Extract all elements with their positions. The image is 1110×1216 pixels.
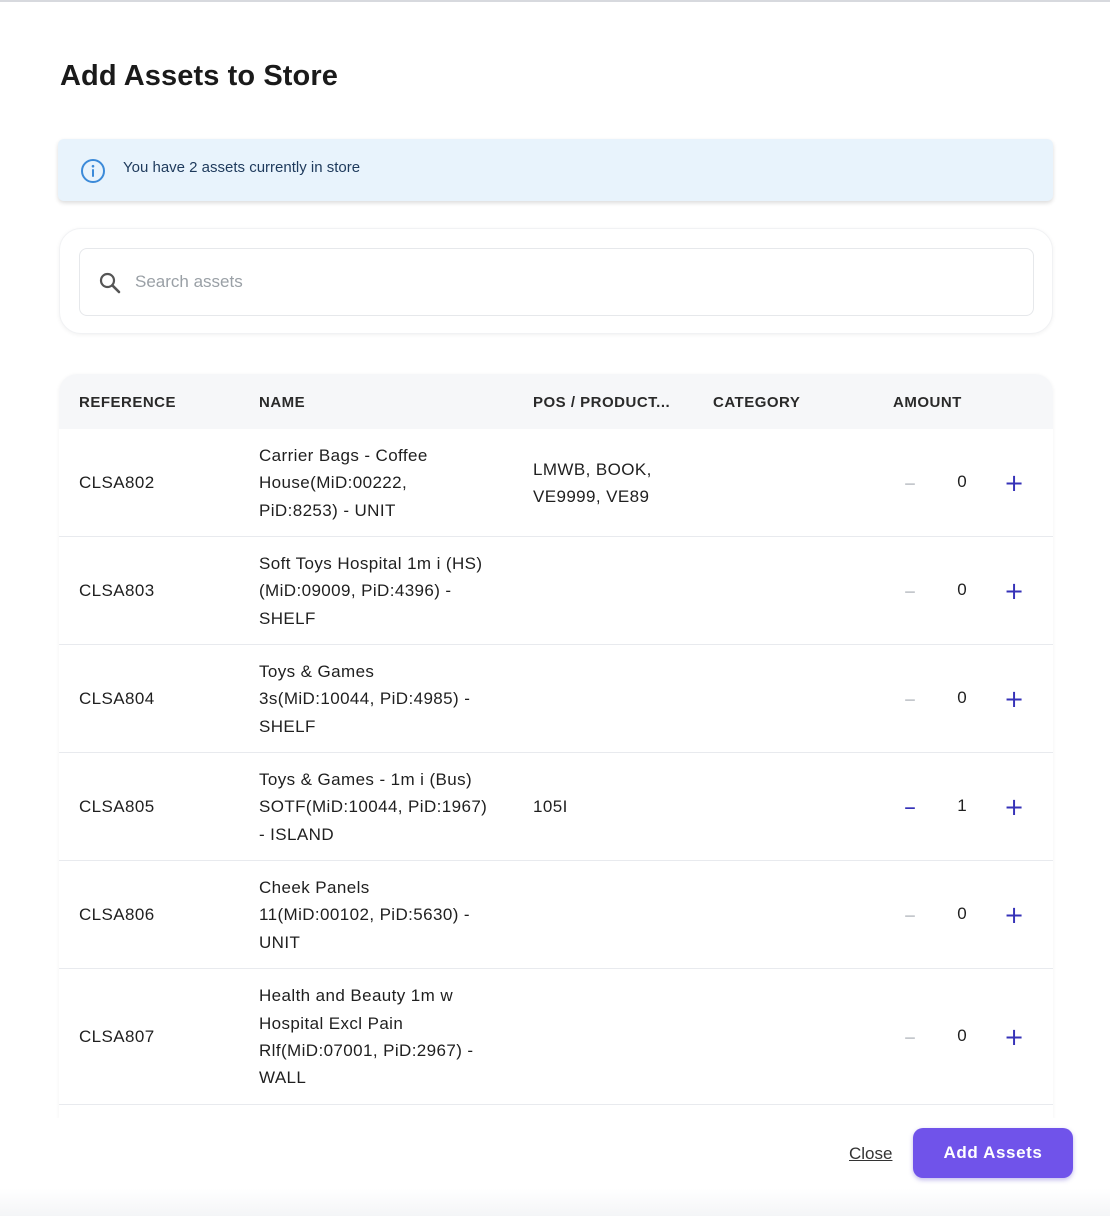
row-pos-line: VE9999, VE89 — [533, 487, 650, 506]
decrement-button[interactable]: – — [895, 684, 925, 714]
row-name-line: WALL — [259, 1068, 307, 1088]
row-pos-line: 105I — [533, 797, 568, 817]
row-name: Cheek Panels 11(MiD:00102, PiD:5630) - UNI… — [259, 874, 509, 956]
info-circle-icon — [81, 159, 105, 183]
increment-button[interactable]: + — [999, 1022, 1029, 1052]
close-button[interactable]: Close — [849, 1144, 892, 1164]
assets-table: REFERENCE NAME POS / PRODUCT... CATEGORY… — [59, 374, 1053, 1118]
amount-value: 0 — [957, 472, 967, 491]
info-banner: You have 2 assets currently in store — [58, 139, 1053, 201]
header-category[interactable]: CATEGORY — [713, 394, 800, 411]
table-header: REFERENCE NAME POS / PRODUCT... CATEGORY… — [59, 374, 1053, 429]
row-name: Toys & Games 3s(MiD:10044, PiD:4985) - SHE… — [259, 658, 509, 740]
amount-value: 0 — [957, 1026, 967, 1045]
increment-button[interactable]: + — [999, 576, 1029, 606]
amount-value: 1 — [957, 796, 967, 815]
row-reference: CLSA807 — [79, 1027, 155, 1047]
modal-title: Add Assets to Store — [60, 60, 338, 92]
plus-icon: + — [1003, 685, 1025, 713]
increment-button[interactable]: + — [999, 792, 1029, 822]
row-name-line: 11(MiD:00102, PiD:5630) - — [259, 905, 470, 925]
row-name-line: (MiD:09009, PiD:4396) - — [259, 581, 452, 601]
row-name-line: SHELF — [259, 608, 316, 628]
increment-button[interactable]: + — [999, 684, 1029, 714]
row-name-line: House(MiD:00222, — [259, 473, 408, 493]
info-banner-text: You have 2 assets currently in store — [123, 159, 361, 176]
plus-icon: + — [1003, 1023, 1025, 1051]
increment-button[interactable]: + — [999, 900, 1029, 930]
row-name-line: Soft Toys Hospital 1m i (HS) — [259, 553, 483, 573]
minus-icon: – — [904, 577, 916, 605]
header-reference[interactable]: REFERENCE — [79, 394, 176, 411]
search-field[interactable] — [79, 248, 1034, 316]
row-name-line: 3s(MiD:10044, PiD:4985) - — [259, 689, 471, 709]
plus-icon: + — [1003, 469, 1025, 497]
row-name-line: Toys & Games - 1m i (Bus) — [259, 769, 473, 789]
plus-icon: + — [1003, 793, 1025, 821]
row-name-line: Rlf(MiD:07001, PiD:2967) - — [259, 1041, 474, 1060]
table-row[interactable]: CLSA805 Toys & Games - 1m i (Bus) SOTF(MiD… — [59, 753, 1053, 861]
table-row[interactable]: Mini Toiletries 3m i — [59, 1105, 1053, 1118]
search-input[interactable] — [135, 265, 1015, 299]
minus-icon: – — [904, 1023, 916, 1051]
row-pos: 105I — [533, 793, 683, 820]
minus-icon: – — [904, 793, 916, 821]
row-name-line: SOTF(MiD:10044, PiD:1967) — [259, 797, 488, 817]
row-name: Soft Toys Hospital 1m i (HS) (MiD:09009, … — [259, 550, 509, 632]
decrement-button[interactable]: – — [895, 576, 925, 606]
table-row[interactable]: CLSA802 Carrier Bags - Coffee House(MiD:00… — [59, 429, 1053, 537]
table-row[interactable]: CLSA807 Health and Beauty 1m w Hospital Ex… — [59, 969, 1053, 1105]
row-reference: CLSA802 — [79, 473, 155, 493]
search-icon — [99, 272, 121, 294]
row-pos: LMWB, BOOK, VE9999, VE89 — [533, 456, 683, 511]
minus-icon: – — [904, 685, 916, 713]
row-name-line: Carrier Bags - Coffee — [259, 445, 428, 465]
decrement-button[interactable]: – — [895, 1022, 925, 1052]
header-amount[interactable]: AMOUNT — [893, 394, 962, 411]
row-name-line: Cheek Panels — [259, 877, 370, 897]
decrement-button[interactable]: – — [895, 792, 925, 822]
table-row[interactable]: CLSA806 Cheek Panels 11(MiD:00102, PiD:563… — [59, 861, 1053, 969]
row-name-line: PiD:8253) - UNIT — [259, 500, 396, 520]
minus-icon: – — [904, 901, 916, 929]
plus-icon: + — [1003, 901, 1025, 929]
modal-footer: Close Add Assets — [0, 1118, 1110, 1216]
table-row[interactable]: CLSA804 Toys & Games 3s(MiD:10044, PiD:498… — [59, 645, 1053, 753]
row-reference: CLSA804 — [79, 689, 155, 709]
row-name-line: - ISLAND — [259, 824, 334, 844]
amount-value: 0 — [957, 904, 967, 923]
amount-value: 0 — [957, 688, 967, 707]
row-reference: CLSA805 — [79, 797, 155, 817]
decrement-button[interactable]: – — [895, 900, 925, 930]
row-name: Health and Beauty 1m w Hospital Excl Pain… — [259, 982, 509, 1092]
row-reference: CLSA803 — [79, 581, 155, 601]
add-assets-modal: Add Assets to Store You have 2 assets cu… — [0, 2, 1110, 1216]
row-name-line: Hospital Excl Pain — [259, 1013, 404, 1033]
plus-icon: + — [1003, 577, 1025, 605]
row-pos-line: LMWB, BOOK, — [533, 459, 652, 479]
search-card — [59, 228, 1053, 334]
row-name-line: UNIT — [259, 932, 301, 952]
row-name-line: Toys & Games — [259, 661, 375, 681]
increment-button[interactable]: + — [999, 468, 1029, 498]
minus-icon: – — [904, 469, 916, 497]
row-name-line: SHELF — [259, 716, 316, 736]
row-reference: CLSA806 — [79, 905, 155, 925]
table-row[interactable]: CLSA803 Soft Toys Hospital 1m i (HS) (MiD:… — [59, 537, 1053, 645]
row-name-line: Health and Beauty 1m w — [259, 986, 454, 1006]
add-assets-button[interactable]: Add Assets — [913, 1128, 1073, 1178]
header-pos[interactable]: POS / PRODUCT... — [533, 394, 670, 411]
row-name: Carrier Bags - Coffee House(MiD:00222, PiD… — [259, 442, 509, 524]
decrement-button[interactable]: – — [895, 468, 925, 498]
header-name[interactable]: NAME — [259, 394, 305, 411]
amount-value: 0 — [957, 580, 967, 599]
row-name: Toys & Games - 1m i (Bus) SOTF(MiD:10044,… — [259, 766, 509, 848]
